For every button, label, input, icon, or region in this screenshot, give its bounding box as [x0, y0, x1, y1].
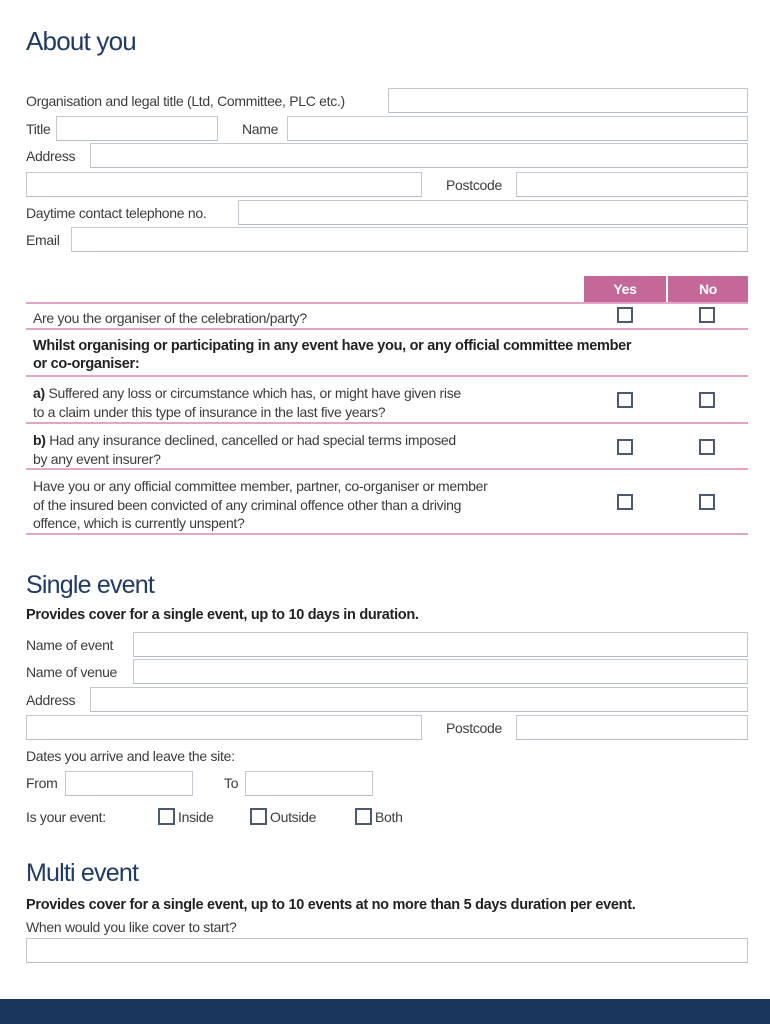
- cover-start-input[interactable]: [26, 938, 748, 963]
- question-a-prefix: a): [33, 385, 45, 401]
- name-label: Name: [242, 121, 279, 137]
- address-label: Address: [26, 148, 76, 164]
- table-divider: [26, 533, 748, 535]
- title-label: Title: [26, 121, 51, 137]
- question-c: Have you or any official committee membe…: [33, 477, 488, 533]
- question-c-line2: of the insured been convicted of any cri…: [33, 496, 462, 513]
- both-checkbox[interactable]: [355, 808, 372, 825]
- event-location-label: Is your event:: [26, 809, 106, 825]
- event-name-label: Name of event: [26, 637, 114, 653]
- event-name-input[interactable]: [133, 632, 748, 657]
- phone-label: Daytime contact telephone no.: [26, 205, 207, 221]
- to-date-input[interactable]: [245, 771, 373, 796]
- single-event-description: Provides cover for a single event, up to…: [26, 607, 419, 623]
- name-input[interactable]: [287, 116, 748, 141]
- question-a-line1: Suffered any loss or circumstance which …: [44, 385, 461, 401]
- email-label: Email: [26, 232, 60, 248]
- email-input[interactable]: [71, 227, 748, 252]
- dates-label: Dates you arrive and leave the site:: [26, 748, 235, 764]
- question-b: b) Had any insurance declined, cancelled…: [33, 431, 456, 468]
- org-input[interactable]: [388, 88, 748, 113]
- to-label: To: [224, 775, 239, 791]
- outside-checkbox[interactable]: [250, 808, 267, 825]
- venue-label: Name of venue: [26, 664, 118, 680]
- event-address-label: Address: [26, 692, 76, 708]
- questions-intro: Whilst organising or participating in an…: [33, 337, 632, 373]
- question-c-line3: offence, which is currently unspent?: [33, 515, 245, 531]
- question-organiser: Are you the organiser of the celebration…: [33, 310, 307, 326]
- both-label: Both: [375, 809, 403, 825]
- question-c-line1: Have you or any official committee membe…: [33, 478, 488, 494]
- cover-start-label: When would you like cover to start?: [26, 919, 237, 935]
- question-a: a) Suffered any loss or circumstance whi…: [33, 384, 461, 421]
- address-line1-input[interactable]: [90, 143, 748, 168]
- questions-intro-line2: or co-organiser:: [33, 356, 140, 372]
- organiser-no-checkbox[interactable]: [699, 307, 715, 323]
- title-input[interactable]: [56, 116, 218, 141]
- multi-event-heading: Multi event: [26, 859, 139, 887]
- question-b-line2: by any event insurer?: [33, 450, 161, 467]
- outside-label: Outside: [270, 809, 317, 825]
- single-event-heading: Single event: [26, 571, 155, 599]
- question-a-no-checkbox[interactable]: [699, 392, 715, 408]
- question-a-line2: to a claim under this type of insurance …: [33, 403, 386, 420]
- inside-checkbox[interactable]: [158, 808, 175, 825]
- question-b-yes-checkbox[interactable]: [617, 439, 633, 455]
- question-b-line1: Had any insurance declined, cancelled or…: [45, 432, 456, 448]
- table-divider: [26, 302, 748, 304]
- multi-event-description: Provides cover for a single event, up to…: [26, 897, 636, 913]
- organiser-yes-checkbox[interactable]: [617, 307, 633, 323]
- event-address-line2-input[interactable]: [26, 715, 422, 740]
- about-you-heading: About you: [26, 26, 137, 56]
- question-c-yes-checkbox[interactable]: [617, 494, 633, 510]
- table-divider: [26, 328, 748, 330]
- no-column-header: No: [668, 276, 748, 302]
- postcode-label: Postcode: [446, 177, 502, 193]
- address-line2-input[interactable]: [26, 172, 422, 197]
- question-b-no-checkbox[interactable]: [699, 439, 715, 455]
- question-b-prefix: b): [33, 432, 46, 448]
- table-divider: [26, 468, 748, 470]
- yes-column-header: Yes: [584, 276, 666, 302]
- from-label: From: [26, 775, 58, 791]
- venue-input[interactable]: [133, 659, 748, 684]
- postcode-input[interactable]: [516, 172, 748, 197]
- questions-intro-line1: Whilst organising or participating in an…: [33, 338, 632, 354]
- table-divider: [26, 422, 748, 424]
- event-postcode-label: Postcode: [446, 720, 502, 736]
- phone-input[interactable]: [238, 200, 748, 225]
- event-postcode-input[interactable]: [516, 715, 748, 740]
- event-address-line1-input[interactable]: [90, 687, 748, 712]
- inside-label: Inside: [178, 809, 214, 825]
- footer-bar: [0, 999, 770, 1024]
- question-a-yes-checkbox[interactable]: [617, 392, 633, 408]
- table-divider: [26, 375, 748, 377]
- org-label: Organisation and legal title (Ltd, Commi…: [26, 93, 345, 109]
- from-date-input[interactable]: [65, 771, 193, 796]
- question-c-no-checkbox[interactable]: [699, 494, 715, 510]
